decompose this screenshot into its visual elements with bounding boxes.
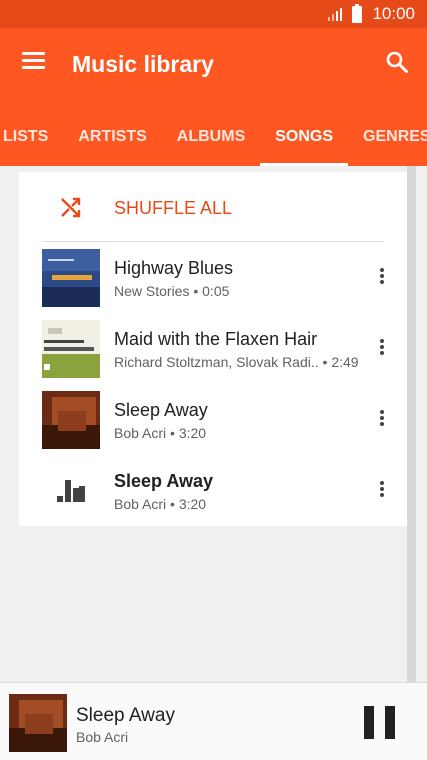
album-art xyxy=(42,249,100,307)
tab-albums[interactable]: ALBUMS xyxy=(162,120,260,166)
shuffle-all-button[interactable]: SHUFFLE ALL xyxy=(19,172,407,242)
shuffle-icon xyxy=(61,197,81,218)
more-options-icon[interactable] xyxy=(379,481,385,499)
song-list: SHUFFLE ALL Highway Blues New Stories • … xyxy=(19,172,407,526)
song-subtitle: Bob Acri • 3:20 xyxy=(114,425,207,441)
menu-icon[interactable] xyxy=(22,52,45,70)
tab-genres[interactable]: GENRES xyxy=(348,120,427,166)
tab-artists[interactable]: ARTISTS xyxy=(63,120,161,166)
song-subtitle: Bob Acri • 3:20 xyxy=(114,496,207,512)
song-title: Sleep Away xyxy=(114,400,208,420)
scrollbar[interactable] xyxy=(407,166,416,682)
more-options-icon[interactable] xyxy=(379,410,385,428)
shuffle-all-label: SHUFFLE ALL xyxy=(114,198,233,218)
tab-bar: LISTS ARTISTS ALBUMS SONGS GENRES xyxy=(0,120,427,166)
more-options-icon[interactable] xyxy=(379,268,385,286)
pause-icon[interactable] xyxy=(364,706,395,739)
tab-songs[interactable]: SONGS xyxy=(260,120,348,166)
album-art xyxy=(42,320,100,378)
app-bar: Music library LISTS ARTISTS ALBUMS SONGS… xyxy=(0,28,427,166)
song-row[interactable]: Sleep Away Bob Acri • 3:20 xyxy=(19,455,407,526)
song-subtitle: Richard Stoltzman, Slovak Radi.. • 2:49 xyxy=(114,354,359,370)
album-art xyxy=(9,694,67,752)
now-playing-artist: Bob Acri xyxy=(76,729,129,745)
more-options-icon[interactable] xyxy=(379,339,385,357)
song-row[interactable]: Maid with the Flaxen Hair Richard Stoltz… xyxy=(19,313,407,384)
page-title: Music library xyxy=(72,51,214,77)
status-time: 10:00 xyxy=(372,4,415,23)
song-title: Maid with the Flaxen Hair xyxy=(114,329,318,349)
song-title: Highway Blues xyxy=(114,258,234,278)
signal-icon xyxy=(328,8,343,21)
tab-lists[interactable]: LISTS xyxy=(0,120,63,166)
now-playing-title: Sleep Away xyxy=(76,705,175,726)
song-row[interactable]: Sleep Away Bob Acri • 3:20 xyxy=(19,384,407,455)
now-playing-bar[interactable]: Sleep Away Bob Acri xyxy=(0,682,427,760)
equalizer-icon xyxy=(57,480,85,502)
album-art xyxy=(42,391,100,449)
song-row[interactable]: Highway Blues New Stories • 0:05 xyxy=(19,242,407,313)
search-icon[interactable] xyxy=(385,50,409,74)
status-bar: 10:00 xyxy=(0,0,427,28)
battery-icon xyxy=(352,3,363,23)
song-subtitle: New Stories • 0:05 xyxy=(114,283,230,299)
song-title: Sleep Away xyxy=(114,471,214,491)
